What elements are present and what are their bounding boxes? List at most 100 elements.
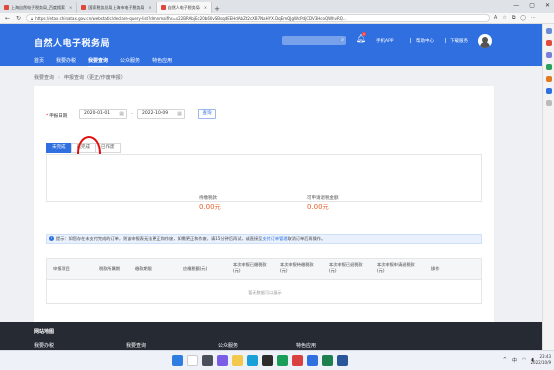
chat-icon[interactable] bbox=[217, 355, 228, 366]
baidu-icon bbox=[4, 5, 9, 10]
search-sidebar-icon[interactable] bbox=[545, 28, 552, 34]
window-controls: — ▢ ✕ bbox=[513, 2, 550, 9]
column-header: 本次申报申请退税款(元) bbox=[377, 262, 415, 273]
breadcrumb-current: 申报查询（更正/作废申报） bbox=[64, 75, 126, 81]
site-search-input[interactable]: ⌕ bbox=[282, 36, 346, 45]
close-icon[interactable]: × bbox=[148, 5, 151, 10]
maximize-button[interactable]: ▢ bbox=[529, 2, 535, 9]
add-sidebar-icon[interactable] bbox=[545, 100, 552, 106]
mobile-app-link[interactable]: 手机APP bbox=[376, 38, 394, 44]
calendar-icon: ▦ bbox=[119, 111, 124, 117]
page-viewport: 自然人电子税务局 ⌕ 🔔︎ 1 手机APP 帮助中心 下载服务 首页 我要办税 … bbox=[0, 24, 542, 350]
info-icon: i bbox=[49, 236, 54, 241]
header-divider bbox=[410, 38, 411, 43]
header-divider bbox=[445, 38, 446, 43]
browser-tab[interactable]: 国家税务总局上海市电子税务局 × bbox=[77, 2, 157, 13]
avatar[interactable] bbox=[478, 34, 492, 48]
favorite-icon[interactable]: ☆ bbox=[502, 15, 506, 21]
nav-query[interactable]: 我要查询 bbox=[88, 57, 109, 67]
chevron-up-icon[interactable]: ^ bbox=[503, 357, 507, 364]
app-icon[interactable] bbox=[307, 355, 318, 366]
store-icon[interactable] bbox=[262, 355, 273, 366]
url-field[interactable]: 🔒︎ https://etax.chinatax.gov.cn/webstati… bbox=[26, 14, 490, 22]
footer-link[interactable]: 特色应用 bbox=[296, 342, 316, 349]
close-window-button[interactable]: ✕ bbox=[545, 2, 550, 9]
clock[interactable]: 23:43 2022/10/9 bbox=[530, 354, 551, 366]
column-header: 缴款期限 bbox=[135, 266, 152, 271]
chevron-right-icon: › bbox=[58, 74, 61, 81]
system-tray: ^ 中 ◠ ◖ bbox=[503, 357, 534, 364]
shopping-icon[interactable] bbox=[545, 40, 552, 46]
ime-indicator[interactable]: 中 bbox=[512, 357, 517, 364]
browser-tab-bar: 上海自然电子税务局_百度搜索 × 国家税务总局上海市电子税务局 × 自然人电子税务局… bbox=[0, 0, 554, 13]
column-header: 本次申报已缴税款(元) bbox=[233, 262, 267, 273]
profile-icon[interactable]: ◯ bbox=[520, 15, 526, 21]
more-icon[interactable]: ⋯ bbox=[531, 15, 536, 21]
close-icon[interactable]: × bbox=[69, 5, 72, 10]
edge-icon[interactable] bbox=[247, 355, 258, 366]
query-button[interactable]: 查询 bbox=[198, 109, 216, 119]
main-card: *申报日期 2020-01-01 ▦ - 2022-10-09 ▦ 查询 未完成 已… bbox=[34, 86, 494, 326]
payment-order-link[interactable]: 支付订单管理 bbox=[262, 236, 287, 241]
windows-start-icon[interactable] bbox=[172, 355, 183, 366]
wifi-icon[interactable]: ◠ bbox=[522, 357, 526, 364]
lock-icon: 🔒︎ bbox=[31, 15, 34, 21]
tip-banner: i 提示：如您存在未支付完成的订单，则该申报表无法更正和作废，如需更正和作废，请… bbox=[46, 234, 482, 244]
footer-link[interactable]: 公众服务 bbox=[218, 342, 238, 349]
summary-box bbox=[46, 154, 482, 202]
office-icon[interactable] bbox=[545, 76, 552, 82]
download-link[interactable]: 下载服务 bbox=[450, 38, 468, 44]
wechat-icon[interactable] bbox=[277, 355, 288, 366]
refresh-icon[interactable]: ↻ bbox=[15, 15, 22, 22]
start-date-input[interactable]: 2020-01-01 ▦ bbox=[79, 109, 127, 119]
browser-tab-active[interactable]: 自然人电子税务局 × bbox=[156, 2, 213, 13]
calendar-icon: ▦ bbox=[177, 111, 182, 117]
site-footer: 网站地图 我要办税 我要查询 公众服务 特色应用 bbox=[0, 322, 542, 350]
table-body: 暂无数据可以展示 bbox=[46, 280, 482, 304]
nav-featured-apps[interactable]: 特色应用 bbox=[152, 57, 172, 67]
help-center-link[interactable]: 帮助中心 bbox=[416, 38, 434, 44]
search-icon[interactable]: ⌕ bbox=[341, 37, 344, 43]
notification-badge: 1 bbox=[362, 32, 366, 36]
site-title[interactable]: 自然人电子税务局 bbox=[34, 36, 110, 49]
word-icon[interactable] bbox=[337, 355, 348, 366]
pending-tax-value: 0.00元 bbox=[199, 203, 221, 211]
minimize-button[interactable]: — bbox=[513, 2, 519, 9]
new-tab-button[interactable]: + bbox=[212, 5, 222, 13]
nav-public-service[interactable]: 公众服务 bbox=[120, 57, 140, 67]
tax-site-icon bbox=[160, 5, 166, 10]
back-icon[interactable]: ← bbox=[4, 15, 11, 22]
end-date-input[interactable]: 2022-10-09 ▦ bbox=[137, 109, 185, 119]
search-icon[interactable] bbox=[187, 355, 198, 366]
footer-link[interactable]: 我要查询 bbox=[126, 342, 146, 349]
close-icon[interactable]: × bbox=[204, 5, 207, 10]
read-aloud-icon[interactable]: A bbox=[494, 15, 497, 21]
date-label: *申报日期 bbox=[46, 114, 68, 119]
required-marker: * bbox=[46, 114, 49, 119]
breadcrumb: 我要查询 › 申报查询（更正/作废申报） bbox=[34, 74, 126, 82]
footer-link[interactable]: 我要办税 bbox=[34, 342, 54, 349]
date-separator: - bbox=[131, 112, 133, 117]
games-icon[interactable] bbox=[545, 64, 552, 70]
tools-icon[interactable] bbox=[545, 52, 552, 58]
refund-value: 0.00元 bbox=[307, 203, 329, 211]
refund-label: 可申请退税金额 bbox=[307, 196, 339, 201]
nav-tax-handling[interactable]: 我要办税 bbox=[56, 57, 76, 67]
taskbar-apps bbox=[172, 355, 348, 366]
breadcrumb-query[interactable]: 我要查询 bbox=[34, 74, 54, 81]
excel-icon[interactable] bbox=[322, 355, 333, 366]
file-explorer-icon[interactable] bbox=[232, 355, 243, 366]
table-header: 申报项目 税款所属期 缴款期限 应缴税额(元) 本次申报已缴税款(元) 本次申报… bbox=[46, 258, 482, 280]
nav-home[interactable]: 首页 bbox=[34, 57, 44, 67]
edge-sidebar bbox=[542, 24, 554, 350]
empty-state: 暂无数据可以展示 bbox=[248, 290, 282, 295]
task-view-icon[interactable] bbox=[202, 355, 213, 366]
column-header: 操作 bbox=[431, 266, 440, 271]
app-icon[interactable] bbox=[292, 355, 303, 366]
main-nav: 首页 我要办税 我要查询 公众服务 特色应用 bbox=[34, 57, 172, 67]
browser-tab[interactable]: 上海自然电子税务局_百度搜索 × bbox=[0, 2, 78, 13]
collections-icon[interactable]: ⧉ bbox=[512, 15, 516, 21]
outlook-icon[interactable] bbox=[545, 88, 552, 94]
browser-toolbar-icons: A ☆ ⧉ ◯ ⋯ bbox=[494, 15, 536, 21]
tab-incomplete[interactable]: 未完成 bbox=[46, 143, 72, 153]
